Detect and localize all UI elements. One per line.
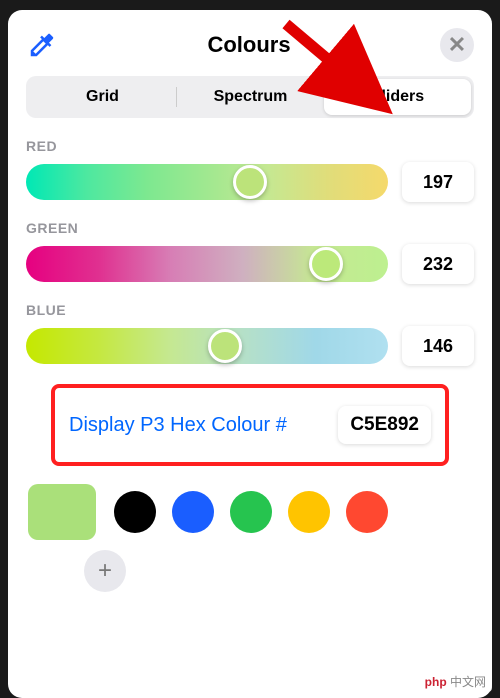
close-button[interactable]: ✕ [440, 28, 474, 62]
add-swatch-button[interactable]: + [84, 550, 126, 592]
watermark-text: 中文网 [447, 675, 486, 689]
tab-sliders[interactable]: Sliders [324, 79, 471, 115]
swatch-black[interactable] [114, 491, 156, 533]
swatch-yellow[interactable] [288, 491, 330, 533]
red-value-input[interactable]: 197 [402, 162, 474, 202]
watermark: php 中文网 [419, 671, 492, 692]
current-colour-preview [28, 484, 96, 540]
blue-value-input[interactable]: 146 [402, 326, 474, 366]
hex-colour-row: Display P3 Hex Colour # C5E892 [51, 384, 449, 466]
blue-slider-thumb[interactable] [208, 329, 242, 363]
hex-value-input[interactable]: C5E892 [338, 406, 431, 444]
red-slider-track[interactable] [26, 164, 388, 200]
green-slider-thumb[interactable] [309, 247, 343, 281]
panel-header: Colours ✕ [26, 28, 474, 62]
green-slider-track[interactable] [26, 246, 388, 282]
blue-label: BLUE [26, 302, 474, 318]
eyedropper-button[interactable] [26, 29, 58, 61]
close-icon: ✕ [448, 32, 466, 58]
tab-spectrum[interactable]: Spectrum [177, 79, 324, 115]
swatch-red[interactable] [346, 491, 388, 533]
watermark-brand: php [425, 675, 447, 689]
blue-slider-track[interactable] [26, 328, 388, 364]
tab-grid[interactable]: Grid [29, 79, 176, 115]
blue-slider-group: BLUE 146 [26, 302, 474, 366]
swatch-green[interactable] [230, 491, 272, 533]
red-label: RED [26, 138, 474, 154]
swatch-blue[interactable] [172, 491, 214, 533]
eyedropper-icon [27, 30, 57, 60]
preset-swatches [114, 491, 388, 533]
colour-picker-panel: Colours ✕ Grid Spectrum Sliders RED 197 … [8, 10, 492, 698]
red-slider-group: RED 197 [26, 138, 474, 202]
green-value-input[interactable]: 232 [402, 244, 474, 284]
red-slider-thumb[interactable] [233, 165, 267, 199]
panel-title: Colours [207, 32, 290, 58]
green-label: GREEN [26, 220, 474, 236]
plus-icon: + [98, 557, 112, 585]
swatch-row [26, 480, 474, 544]
mode-tabs: Grid Spectrum Sliders [26, 76, 474, 118]
green-slider-group: GREEN 232 [26, 220, 474, 284]
hex-label-button[interactable]: Display P3 Hex Colour # [69, 414, 287, 437]
